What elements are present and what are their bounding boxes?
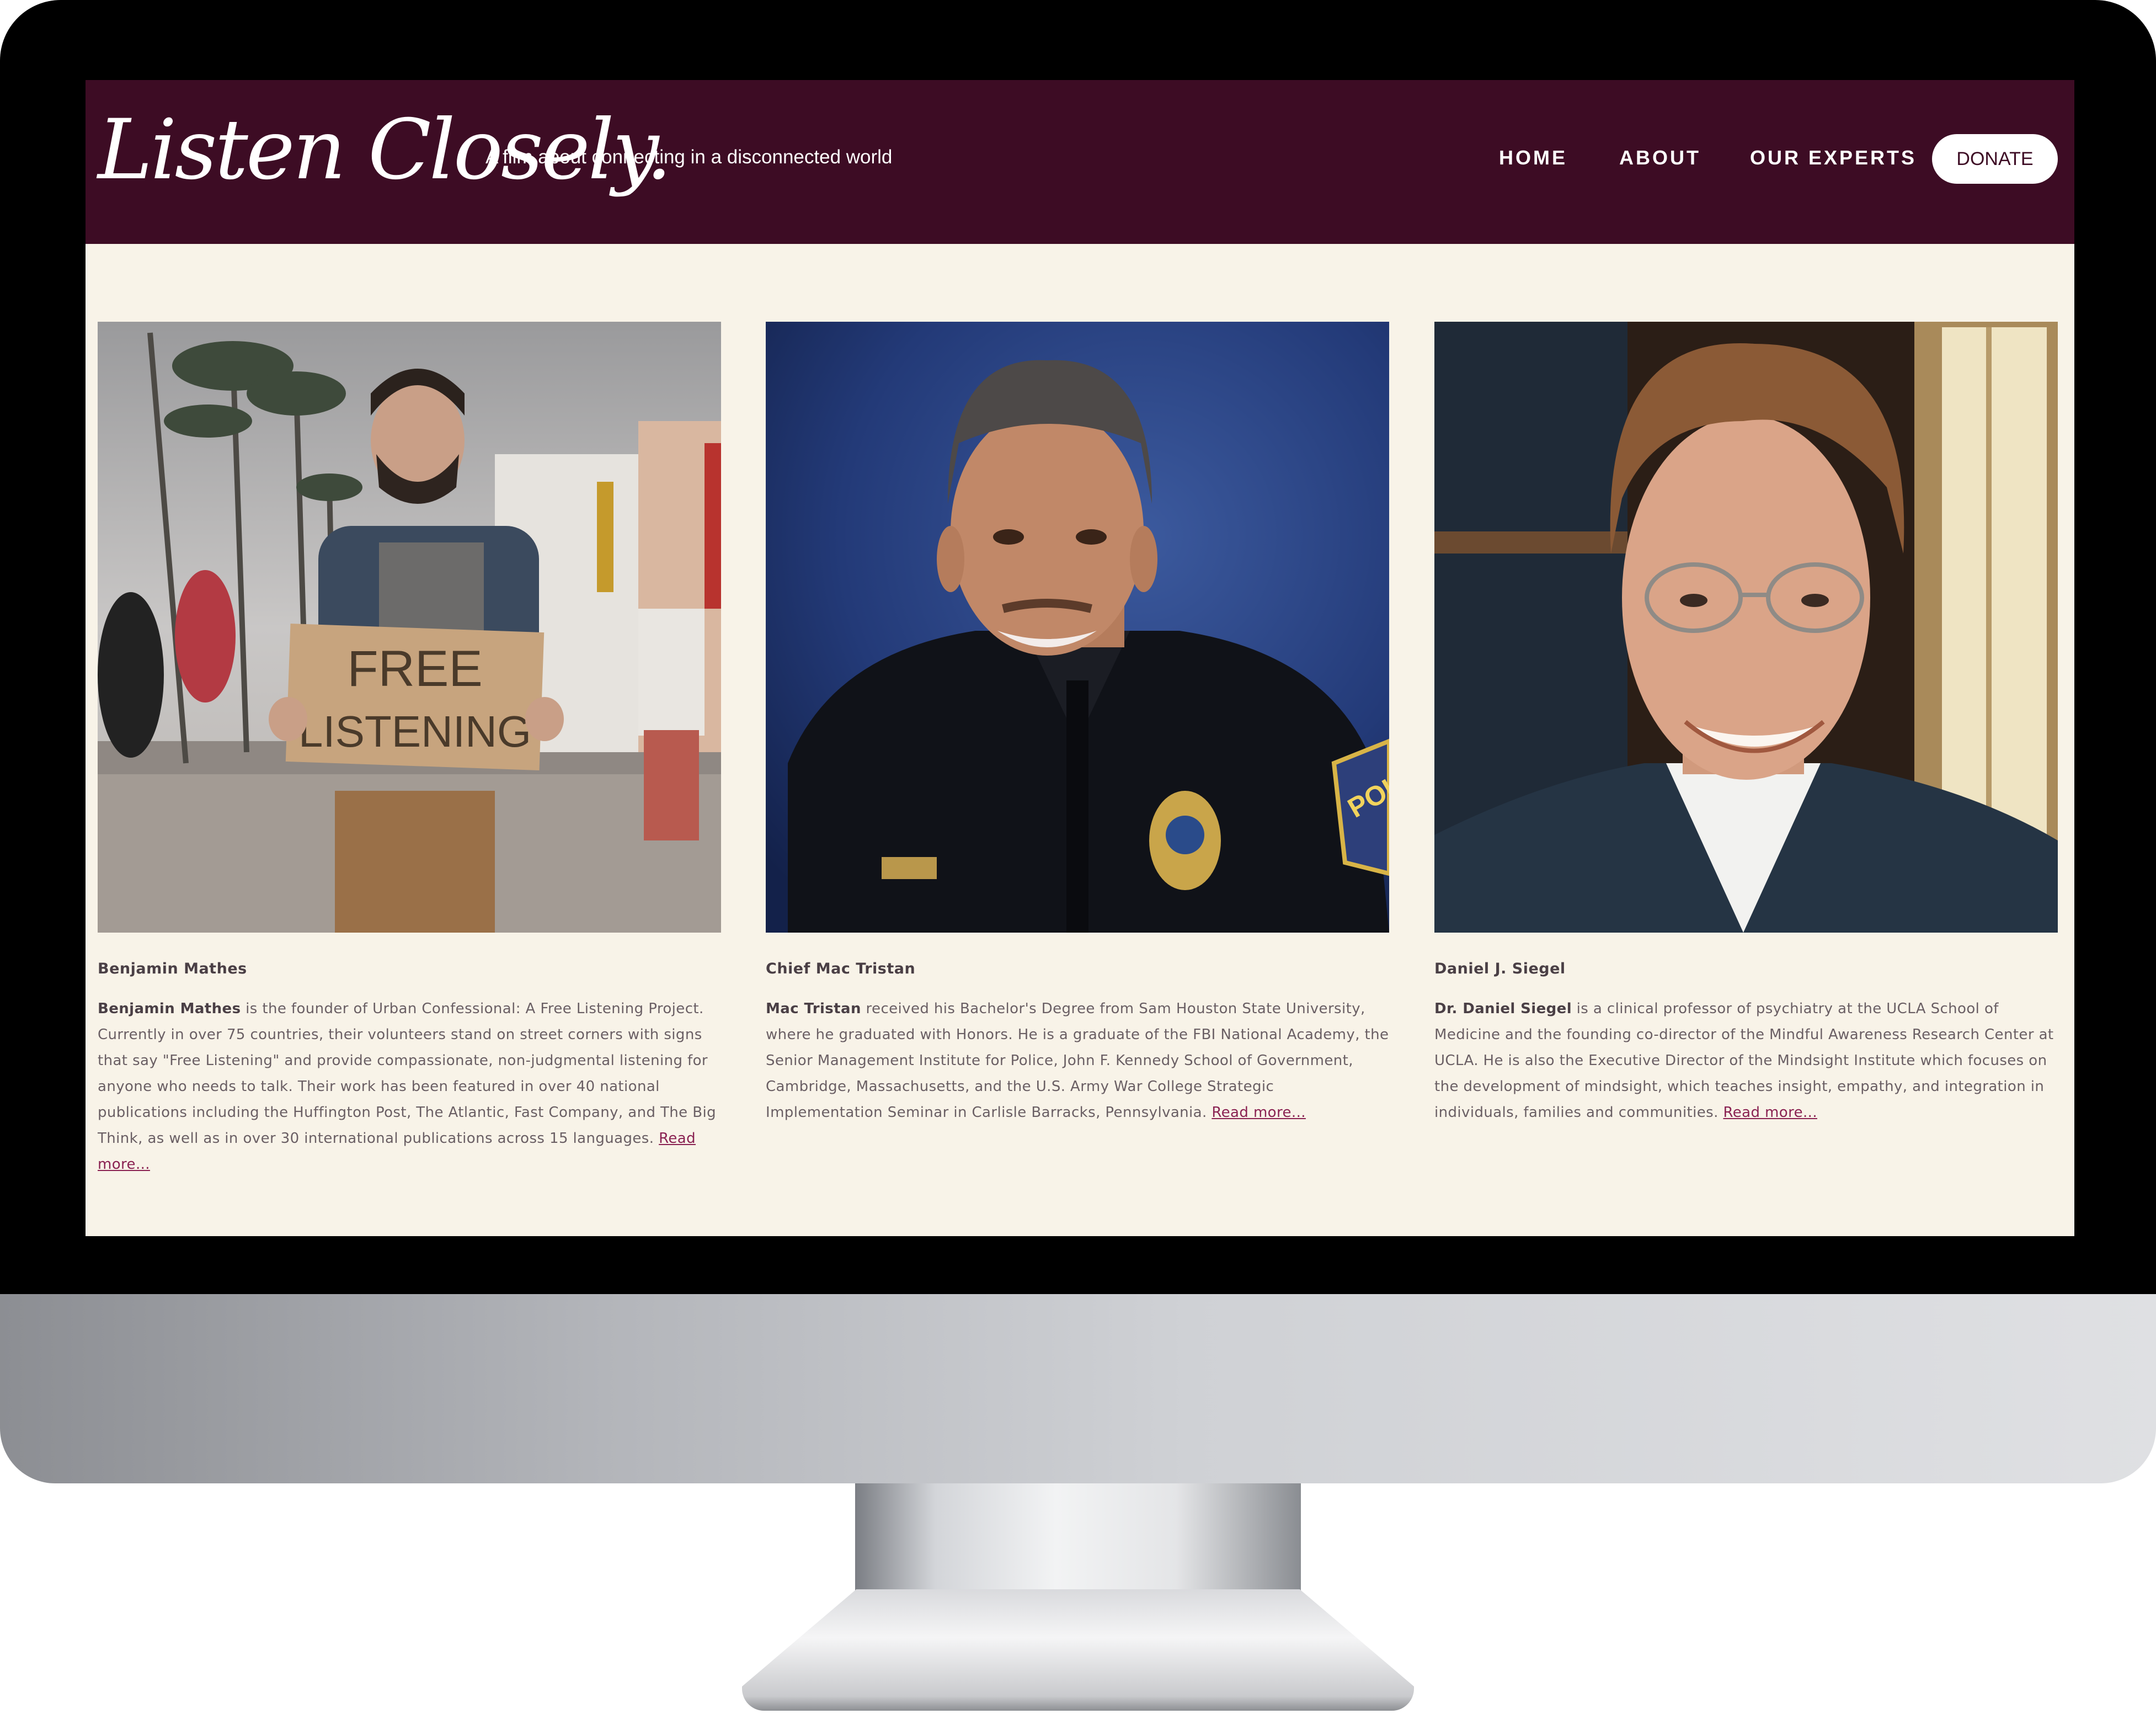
photo-sign-text-line1: FREE — [347, 641, 482, 697]
expert-bio: Dr. Daniel Siegel is a clinical professo… — [1434, 996, 2063, 1126]
expert-bio-name: Mac Tristan — [766, 1000, 861, 1017]
expert-bio-text: is a clinical professor of psychiatry at… — [1434, 1000, 2054, 1121]
browser-viewport: Listen Closely. A film about connecting … — [86, 80, 2074, 1236]
nav-about[interactable]: ABOUT — [1619, 146, 1701, 169]
read-more-link[interactable]: Read more... — [1723, 1104, 1817, 1121]
expert-bio: Mac Tristan received his Bachelor's Degr… — [766, 996, 1395, 1126]
monitor-stand-base — [742, 1589, 1414, 1711]
read-more-link[interactable]: Read more... — [1212, 1104, 1306, 1121]
photo-sign-text-line2: LISTENING — [298, 707, 531, 756]
expert-bio-name: Dr. Daniel Siegel — [1434, 1000, 1572, 1017]
site-tagline: A film about connecting in a disconnecte… — [485, 146, 893, 168]
expert-bio: Benjamin Mathes is the founder of Urban … — [98, 996, 727, 1178]
expert-photo-daniel-siegel — [1434, 322, 2058, 933]
expert-bio-text: is the founder of Urban Confessional: A … — [98, 1000, 717, 1147]
expert-photo-benjamin-mathes: FREE LISTENING — [98, 322, 721, 933]
expert-bio-text: received his Bachelor's Degree from Sam … — [766, 1000, 1389, 1121]
site-header: Listen Closely. A film about connecting … — [86, 80, 2074, 244]
expert-photo-mac-tristan: POL — [766, 322, 1389, 933]
expert-name: Chief Mac Tristan — [766, 960, 916, 977]
nav-home[interactable]: HOME — [1499, 146, 1567, 169]
monitor-chin — [0, 1294, 2156, 1483]
expert-name: Daniel J. Siegel — [1434, 960, 1566, 977]
nav-our-experts[interactable]: OUR EXPERTS — [1750, 146, 1917, 169]
expert-bio-name: Benjamin Mathes — [98, 1000, 241, 1017]
expert-name: Benjamin Mathes — [98, 960, 247, 977]
donate-button[interactable]: DONATE — [1932, 134, 2058, 184]
